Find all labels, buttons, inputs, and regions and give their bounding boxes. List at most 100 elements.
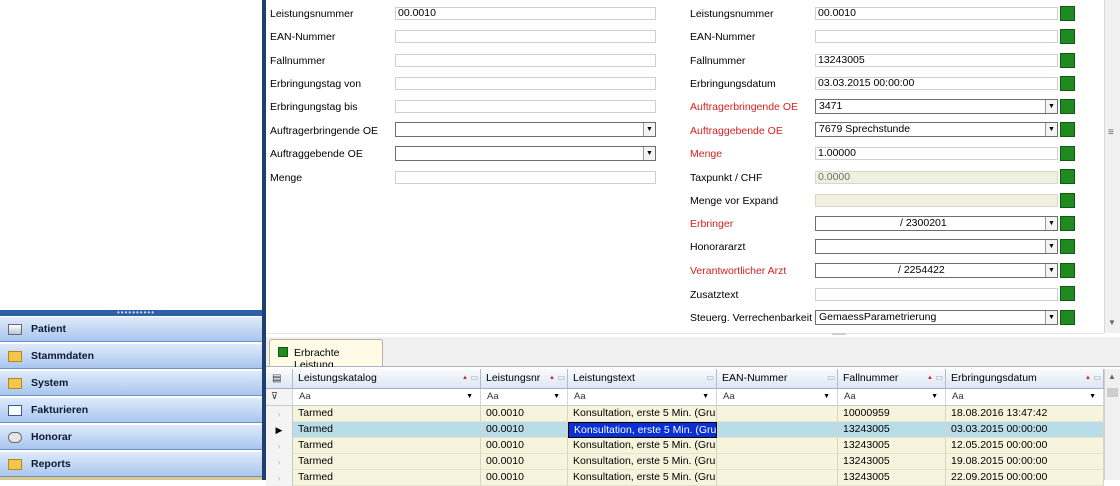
table-cell[interactable]: 13243005 xyxy=(838,470,946,486)
table-cell[interactable] xyxy=(717,454,838,470)
table-cell[interactable]: 22.09.2015 00:00:00 xyxy=(946,470,1104,486)
nav-item-reports[interactable]: Reports xyxy=(0,451,262,477)
chevron-down-icon[interactable]: ▼ xyxy=(823,389,830,405)
chevron-down-icon[interactable]: ▼ xyxy=(931,389,938,405)
chevron-down-icon[interactable]: ▼ xyxy=(1045,264,1057,277)
column-header-leistungskatalog[interactable]: Leistungskatalog ▲ ▭ xyxy=(293,369,481,389)
chevron-down-icon[interactable]: ▼ xyxy=(1045,311,1057,324)
search-auftragerbringende-combo[interactable]: ▼ xyxy=(395,122,656,137)
search-ean-input[interactable] xyxy=(395,30,656,43)
table-cell[interactable]: 13243005 xyxy=(838,438,946,454)
group-icon[interactable]: ▭ xyxy=(557,369,565,387)
table-cell[interactable]: Tarmed xyxy=(293,454,481,470)
table-cell[interactable]: 00.0010 xyxy=(481,406,568,422)
scroll-up-icon[interactable]: ▲ xyxy=(1108,372,1116,381)
table-cell[interactable]: Konsultation, erste 5 Min. (Grur xyxy=(568,454,717,470)
table-cell[interactable]: Tarmed xyxy=(293,406,481,422)
table-cell[interactable]: Tarmed xyxy=(293,422,481,438)
resize-grip[interactable] xyxy=(832,333,846,335)
chevron-down-icon[interactable]: ▼ xyxy=(1045,123,1057,136)
group-icon[interactable]: ▭ xyxy=(470,369,478,387)
table-cell[interactable]: 13243005 xyxy=(838,454,946,470)
search-fallnummer-input[interactable] xyxy=(395,54,656,67)
scroll-thumb[interactable] xyxy=(1107,388,1118,397)
detail-steuerg-combo[interactable]: GemaessParametrierung ▼ xyxy=(815,310,1058,325)
table-cell[interactable]: 12.05.2015 00:00:00 xyxy=(946,438,1104,454)
search-menge-input[interactable] xyxy=(395,171,656,184)
search-auftraggebende-combo[interactable]: ▼ xyxy=(395,146,656,161)
column-header-erbringungsdatum[interactable]: Erbringungsdatum ▲ ▭ xyxy=(946,369,1104,389)
table-cell[interactable]: 13243005 xyxy=(838,422,946,438)
search-leistungsnummer-input[interactable]: 00.0010 xyxy=(395,7,656,20)
column-header-leistungsnr[interactable]: Leistungsnr ▲ ▭ xyxy=(481,369,568,389)
filter-fallnummer[interactable]: Aa ▼ xyxy=(838,389,946,406)
chevron-down-icon[interactable]: ▼ xyxy=(1045,240,1057,253)
filter-ean-nummer[interactable]: Aa ▼ xyxy=(717,389,838,406)
detail-auftragerbringende-combo[interactable]: 3471 ▼ xyxy=(815,99,1058,114)
table-cell[interactable]: Konsultation, erste 5 Min. (Grur xyxy=(568,438,717,454)
table-cell[interactable]: Konsultation, erste 5 Min. (Grur xyxy=(568,406,717,422)
form-scrollbar[interactable]: ≡ ▼ xyxy=(1104,0,1120,333)
grid-column-chooser[interactable]: ▤ xyxy=(266,369,293,389)
search-erbringungstag-von-input[interactable] xyxy=(395,77,656,90)
detail-fallnummer-input[interactable]: 13243005 xyxy=(815,54,1058,67)
chevron-down-icon[interactable]: ▼ xyxy=(643,147,655,160)
chevron-down-icon[interactable]: ▼ xyxy=(1045,217,1057,230)
filter-leistungstext[interactable]: Aa ▼ xyxy=(568,389,717,406)
table-cell[interactable]: 03.03.2015 00:00:00 xyxy=(946,422,1104,438)
detail-menge-input[interactable]: 1.00000 xyxy=(815,147,1058,160)
current-row-indicator[interactable]: ▶ xyxy=(266,422,293,438)
nav-item-fakturieren[interactable]: Fakturieren xyxy=(0,397,262,423)
detail-honorararzt-combo[interactable]: ▼ xyxy=(815,239,1058,254)
column-chooser-icon[interactable]: ▤ xyxy=(272,373,281,384)
row-selector[interactable]: › xyxy=(266,454,293,470)
table-cell[interactable]: Konsultation, erste 5 Min. (Grur xyxy=(568,422,717,438)
chevron-down-icon[interactable]: ▼ xyxy=(1045,100,1057,113)
detail-zusatztext-input[interactable] xyxy=(815,288,1058,301)
scroll-down-icon[interactable]: ▼ xyxy=(1108,318,1116,327)
nav-item-stammdaten[interactable]: Stammdaten xyxy=(0,343,262,369)
tab-erbrachte-leistung[interactable]: Erbrachte Leistung xyxy=(269,339,383,371)
table-cell[interactable]: 00.0010 xyxy=(481,454,568,470)
group-icon[interactable]: ▭ xyxy=(827,369,835,387)
table-cell[interactable] xyxy=(717,406,838,422)
table-cell[interactable]: 18.08.2016 13:47:42 xyxy=(946,406,1104,422)
table-cell[interactable]: Tarmed xyxy=(293,438,481,454)
table-cell[interactable]: Tarmed xyxy=(293,470,481,486)
search-erbringungstag-bis-input[interactable] xyxy=(395,100,656,113)
detail-ean-input[interactable] xyxy=(815,30,1058,43)
chevron-down-icon[interactable]: ▼ xyxy=(466,389,473,405)
row-selector[interactable]: › xyxy=(266,406,293,422)
chevron-down-icon[interactable]: ▼ xyxy=(553,389,560,405)
group-icon[interactable]: ▭ xyxy=(1093,369,1101,387)
row-selector[interactable]: › xyxy=(266,438,293,454)
detail-erbringer-combo[interactable]: / 2300201 ▼ xyxy=(815,216,1058,231)
table-cell[interactable]: 00.0010 xyxy=(481,422,568,438)
table-cell[interactable] xyxy=(717,438,838,454)
nav-item-system[interactable]: System xyxy=(0,370,262,396)
detail-leistungsnummer-input[interactable]: 00.0010 xyxy=(815,7,1058,20)
column-header-ean-nummer[interactable]: EAN-Nummer ▭ xyxy=(717,369,838,389)
chevron-down-icon[interactable]: ▼ xyxy=(1089,389,1096,405)
filter-leistungsnr[interactable]: Aa ▼ xyxy=(481,389,568,406)
table-cell[interactable] xyxy=(717,470,838,486)
table-cell[interactable] xyxy=(717,422,838,438)
chevron-down-icon[interactable]: ▼ xyxy=(643,123,655,136)
nav-item-honorar[interactable]: Honorar xyxy=(0,424,262,450)
table-cell[interactable]: 00.0010 xyxy=(481,438,568,454)
group-icon[interactable]: ▭ xyxy=(935,369,943,387)
detail-auftraggebende-combo[interactable]: 7679 Sprechstunde ▼ xyxy=(815,122,1058,137)
scroll-grip-icon[interactable]: ≡ xyxy=(1108,127,1114,138)
nav-item-patient[interactable]: Patient xyxy=(0,316,262,342)
filter-leistungskatalog[interactable]: Aa ▼ xyxy=(293,389,481,406)
filter-erbringungsdatum[interactable]: Aa ▼ xyxy=(946,389,1104,406)
row-selector[interactable]: › xyxy=(266,470,293,486)
group-icon[interactable]: ▭ xyxy=(706,369,714,387)
grid-scrollbar[interactable]: ▲ xyxy=(1104,369,1120,480)
table-cell[interactable]: 00.0010 xyxy=(481,470,568,486)
chevron-down-icon[interactable]: ▼ xyxy=(702,389,709,405)
table-cell[interactable]: 19.08.2015 00:00:00 xyxy=(946,454,1104,470)
table-cell[interactable]: 10000959 xyxy=(838,406,946,422)
detail-erbringungsdatum-input[interactable]: 03.03.2015 00:00:00 xyxy=(815,77,1058,90)
column-header-leistungstext[interactable]: Leistungstext ▭ xyxy=(568,369,717,389)
